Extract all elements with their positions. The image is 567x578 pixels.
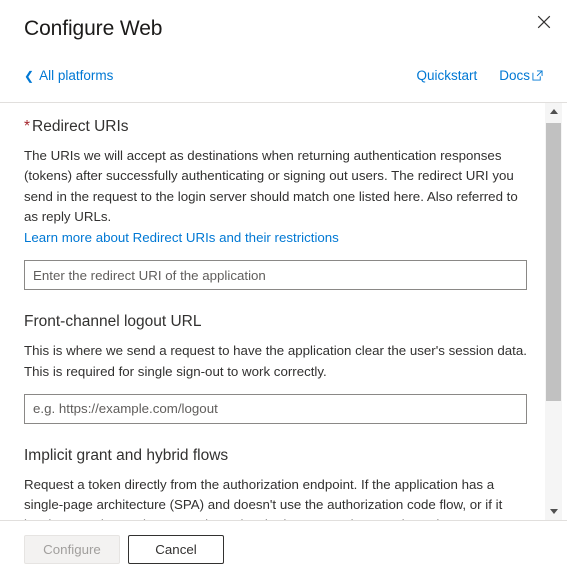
scrollbar-thumb[interactable] (546, 123, 561, 401)
learn-more-redirect-uris-link[interactable]: Learn more about Redirect URIs and their… (24, 228, 527, 248)
content-scrollbar[interactable] (545, 103, 562, 520)
quickstart-link[interactable]: Quickstart (416, 69, 477, 83)
section-implicit-grant: Implicit grant and hybrid flows Request … (24, 446, 527, 520)
section-heading-front-channel-logout: Front-channel logout URL (24, 313, 202, 331)
close-icon (537, 15, 551, 32)
section-description-front-channel-logout: This is where we send a request to have … (24, 343, 527, 379)
chevron-down-icon (549, 509, 558, 514)
form-content: * Redirect URIs The URIs we will accept a… (0, 103, 567, 520)
panel-footer: Configure Cancel (0, 520, 567, 578)
external-link-icon (532, 70, 543, 84)
docs-link[interactable]: Docs (499, 69, 543, 83)
section-redirect-uris: * Redirect URIs The URIs we will accept a… (24, 117, 527, 291)
front-channel-logout-url-input[interactable] (24, 393, 527, 424)
cancel-button[interactable]: Cancel (128, 535, 224, 564)
section-heading-redirect-uris: * Redirect URIs (24, 117, 527, 137)
chevron-left-icon: ❮ (24, 69, 35, 83)
implicit-grant-desc-text: Request a token directly from the author… (24, 476, 503, 520)
configure-button[interactable]: Configure (24, 535, 120, 564)
chevron-up-icon (549, 109, 558, 114)
content-scroll-region: * Redirect URIs The URIs we will accept a… (0, 103, 567, 520)
quickstart-label: Quickstart (416, 68, 478, 84)
section-heading-label: Redirect URIs (32, 118, 129, 135)
command-bar-links: Quickstart Docs (416, 69, 543, 83)
panel-header: Configure Web (0, 0, 567, 50)
command-bar: ❮ All platforms Quickstart Docs (0, 50, 567, 103)
back-to-all-platforms-link[interactable]: ❮ All platforms (24, 69, 113, 83)
scrollbar-up-button[interactable] (545, 103, 562, 120)
docs-label: Docs (499, 68, 530, 84)
page-title: Configure Web (24, 16, 163, 40)
close-button[interactable] (529, 8, 559, 38)
section-heading-implicit-grant: Implicit grant and hybrid flows (24, 446, 229, 464)
scrollbar-down-button[interactable] (545, 503, 562, 520)
required-asterisk: * (24, 118, 31, 135)
section-description-redirect-uris: The URIs we will accept as destinations … (24, 148, 518, 224)
redirect-uri-input[interactable] (24, 260, 527, 291)
back-link-label: All platforms (39, 68, 114, 84)
section-description-implicit-grant: Request a token directly from the author… (24, 475, 527, 520)
configure-web-panel: Configure Web ❮ All platforms Quickstart… (0, 0, 567, 578)
section-front-channel-logout: Front-channel logout URL This is where w… (24, 312, 527, 424)
